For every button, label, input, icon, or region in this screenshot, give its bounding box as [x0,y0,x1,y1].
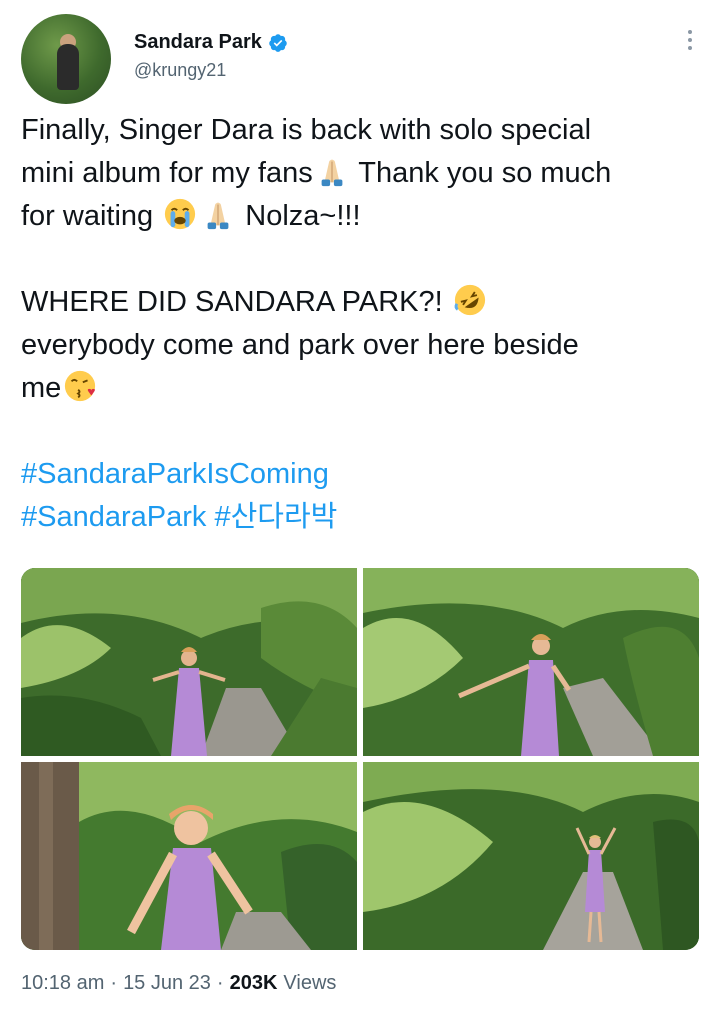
avatar-figure [57,44,79,90]
name-row: Sandara Park [134,31,288,54]
photo-image [363,762,699,950]
verified-badge-icon [269,33,287,52]
views-count[interactable]: 203K [230,972,278,995]
meta-separator: · [216,972,224,994]
loudly-crying-face-icon [165,198,196,230]
hashtag-link[interactable]: #SandaraPark [21,501,206,533]
tweet-line: WHERE DID SANDARA PARK?! [21,281,706,324]
tweet-text-segment: Finally, Singer Dara is back with solo s… [21,114,592,146]
folded-hands-icon [321,159,343,187]
tweet-meta: 10:18 am · 15 Jun 23 · 203K Views [21,972,336,995]
tweet-text-segment: me [21,372,62,404]
tweet-text-segment: Nolza~!!! [237,200,361,232]
tweet-line: #SandaraPark #산다라박 [21,496,706,539]
tweet-line: for waiting Nolza~!!! [21,195,706,238]
photo-image [21,762,357,950]
tweet-line: mini album for my fans Thank you so much [21,152,706,195]
tweet-line: me [21,367,706,410]
media-grid [21,568,699,950]
more-options-icon[interactable] [683,26,697,54]
tweet-text-segment: Thank you so much [350,157,612,189]
hashtag-link[interactable]: #SandaraParkIsComing [21,458,329,490]
media-photo-4[interactable] [363,762,699,950]
tweet-text-segment: WHERE DID SANDARA PARK?! [21,286,451,318]
media-photo-2[interactable] [363,568,699,756]
tweet-line: Finally, Singer Dara is back with solo s… [21,109,706,152]
tweet-text-segment: for waiting [21,200,162,232]
tweet-text-segment: everybody come and park over here beside [21,329,579,361]
rolling-on-floor-laughing-icon [454,284,485,316]
views-label: Views [283,972,337,994]
tweet-text-segment: mini album for my fans [21,157,313,189]
avatar[interactable] [21,14,111,104]
meta-separator: · [110,972,118,994]
user-handle[interactable]: @krungy21 [134,60,226,81]
display-name[interactable]: Sandara Park [134,31,262,54]
tweet-header: Sandara Park @krungy21 [21,14,701,104]
tweet-date[interactable]: 15 Jun 23 [123,972,211,995]
tweet-line: everybody come and park over here beside [21,324,706,367]
photo-image [363,568,699,756]
tweet-text: Finally, Singer Dara is back with solo s… [21,109,706,539]
tweet-time[interactable]: 10:18 am [21,972,104,995]
media-photo-3[interactable] [21,762,357,950]
face-blowing-kiss-icon [65,370,96,402]
photo-image [21,568,357,756]
tweet-line: #SandaraParkIsComing [21,453,706,496]
folded-hands-icon [207,202,229,230]
media-photo-1[interactable] [21,568,357,756]
hashtag-link[interactable]: #산다라박 [214,501,337,533]
